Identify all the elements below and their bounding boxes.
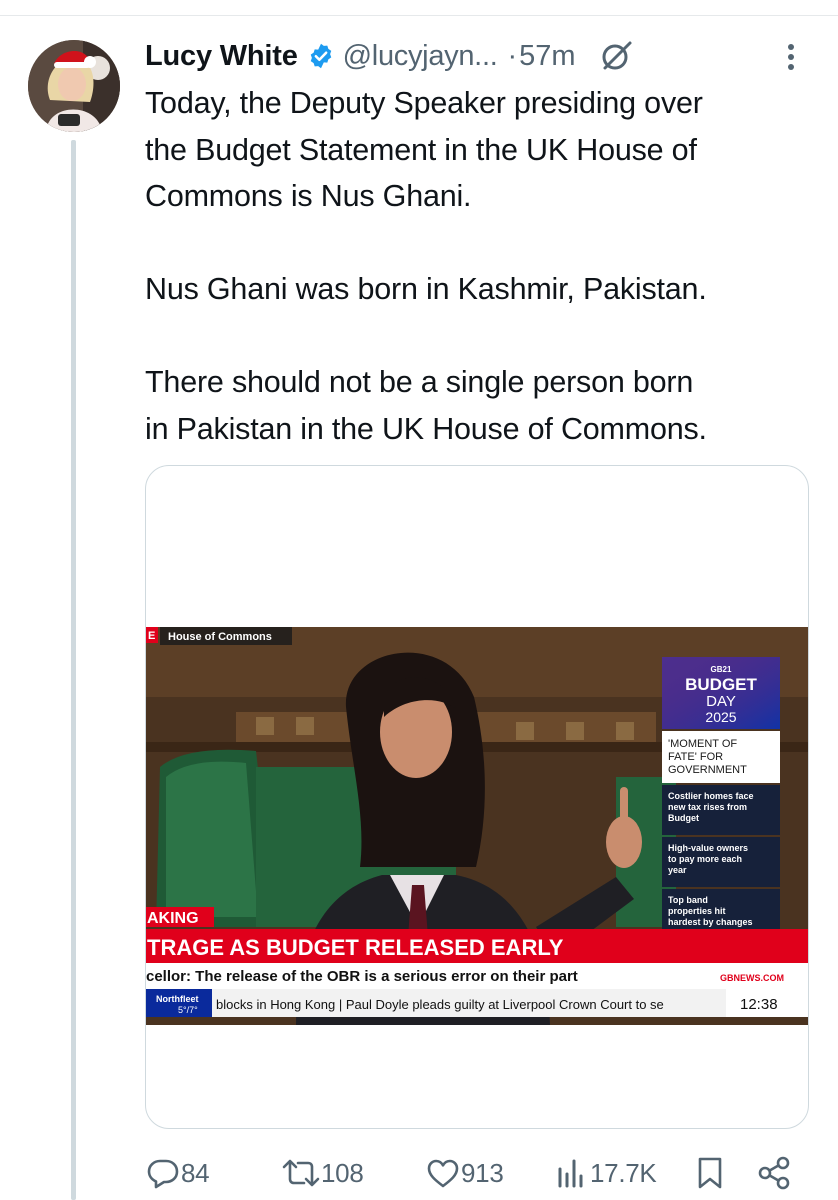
graphic-title-2: DAY	[706, 693, 736, 710]
tweet-text: Today, the Deputy Speaker presiding over…	[145, 80, 815, 452]
views-button[interactable]: 17.7K	[554, 1150, 657, 1196]
views-icon	[554, 1155, 590, 1191]
reply-count: 84	[181, 1157, 210, 1188]
repost-button[interactable]: 108	[281, 1150, 364, 1196]
media-card[interactable]: E House of Commons GB21 BUDGET DAY 2025 …	[145, 465, 809, 1129]
breaking-label: AKING	[147, 910, 199, 927]
separator-dot: ·	[507, 39, 518, 72]
side-story-line: year	[668, 865, 687, 875]
news-clock: 12:38	[740, 996, 778, 1013]
news-ticker: blocks in Hong Kong | Paul Doyle pleads …	[216, 997, 664, 1012]
side-story-line: Budget	[668, 813, 699, 823]
bookmark-icon	[695, 1155, 725, 1191]
share-icon	[757, 1155, 793, 1191]
tweet-timestamp[interactable]: 57m	[519, 40, 575, 73]
side-story-line: hardest by changes	[668, 917, 753, 927]
like-icon	[425, 1155, 461, 1191]
graphic-brand: GB21	[711, 665, 732, 674]
side-story-line: new tax rises from	[668, 802, 747, 812]
side-story-line: Costlier homes face	[668, 791, 754, 801]
news-subheadline: cellor: The release of the OBR is a seri…	[146, 968, 578, 985]
tweet-line: There should not be a single person born	[145, 365, 694, 399]
live-tag: E	[148, 630, 155, 642]
news-headline: TRAGE AS BUDGET RELEASED EARLY	[147, 935, 564, 960]
action-bar: 84 108 913 17.7K	[145, 1150, 815, 1196]
author-name[interactable]: Lucy White	[145, 40, 298, 73]
avatar[interactable]	[28, 40, 120, 132]
side-story-line: to pay more each	[668, 854, 742, 864]
share-button[interactable]	[757, 1150, 793, 1196]
tweet-line: Nus Ghani was born in Kashmir, Pakistan.	[145, 272, 707, 306]
tweet-line: in Pakistan in the UK House of Commons.	[145, 411, 707, 446]
graphic-year: 2025	[705, 709, 736, 725]
weather-place: Northfleet	[156, 994, 199, 1004]
grok-icon[interactable]	[600, 39, 634, 73]
more-icon[interactable]	[783, 40, 799, 74]
thread-line	[71, 140, 76, 1200]
location-label: House of Commons	[168, 631, 272, 643]
views-count: 17.7K	[590, 1157, 657, 1188]
channel-url: GBNEWS.COM	[720, 973, 784, 983]
side-story-line: properties hit	[668, 906, 726, 916]
verified-icon	[307, 42, 335, 70]
tweet-line: the Budget Statement in the UK House of	[145, 132, 697, 167]
graphic-title-1: BUDGET	[685, 675, 757, 694]
tweet-line: Today, the Deputy Speaker presiding over	[145, 86, 703, 120]
news-screenshot[interactable]: E House of Commons GB21 BUDGET DAY 2025 …	[146, 627, 808, 1025]
side-headline-line: 'MOMENT OF	[668, 738, 737, 750]
reply-icon	[145, 1155, 181, 1191]
side-headline-line: GOVERNMENT	[668, 764, 747, 776]
repost-icon	[281, 1155, 321, 1191]
like-button[interactable]: 913	[425, 1150, 504, 1196]
reply-button[interactable]: 84	[145, 1150, 210, 1196]
top-divider	[0, 15, 838, 16]
bookmark-button[interactable]	[695, 1150, 725, 1196]
like-count: 913	[461, 1157, 504, 1188]
side-headline-line: FATE' FOR	[668, 751, 723, 763]
tweet-header: Lucy White @lucyjayn... · 57m	[145, 36, 815, 76]
side-story-line: High-value owners	[668, 843, 748, 853]
repost-count: 108	[321, 1157, 364, 1188]
side-story-line: Top band	[668, 895, 708, 905]
tweet-line: Commons is Nus Ghani.	[145, 179, 472, 213]
author-handle[interactable]: @lucyjayn...	[343, 40, 498, 73]
weather-temp: 5°/7°	[178, 1005, 198, 1015]
